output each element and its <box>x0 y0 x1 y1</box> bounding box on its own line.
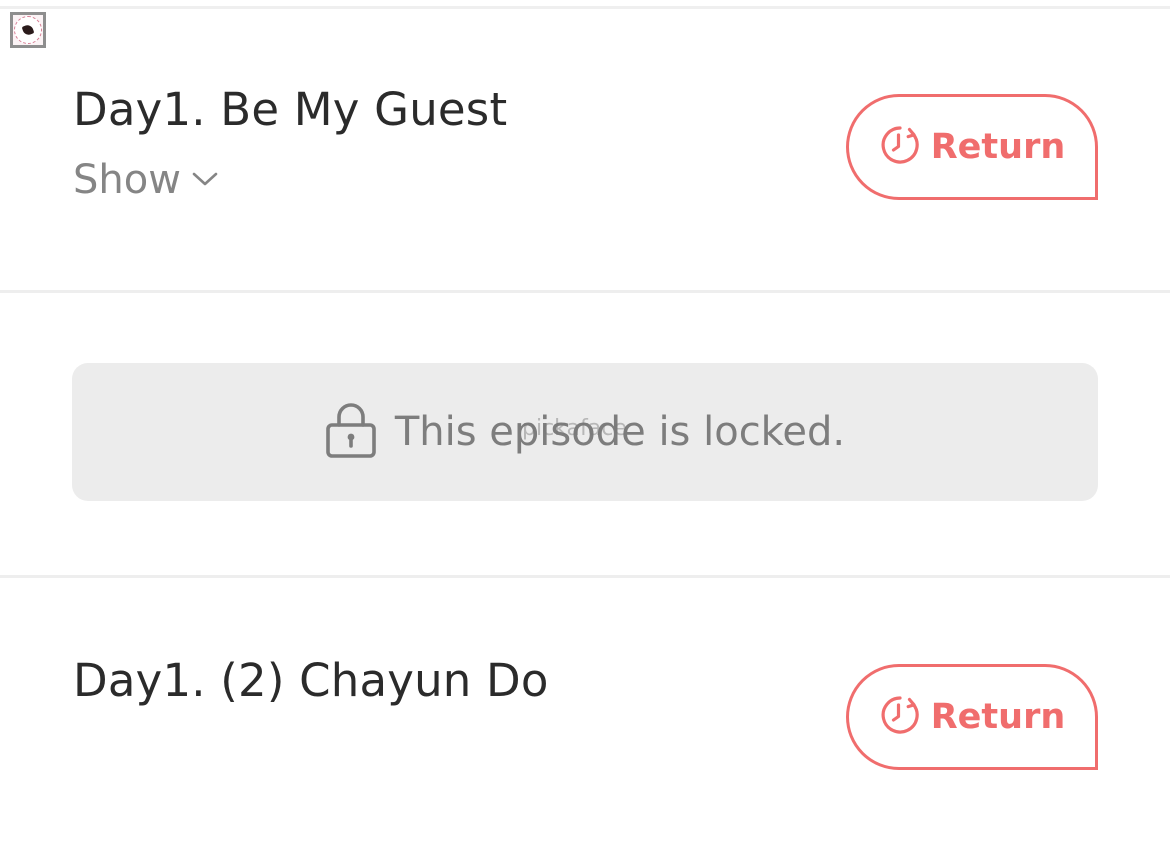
show-toggle[interactable]: Show <box>73 160 219 200</box>
lock-icon <box>325 401 377 463</box>
profile-thumbnail[interactable] <box>10 12 46 48</box>
section-divider <box>0 575 1170 578</box>
seal-icon <box>14 16 42 44</box>
episode-title: Day1. (2) Chayun Do <box>73 654 549 707</box>
return-label: Return <box>930 126 1066 167</box>
return-label: Return <box>930 696 1066 737</box>
episode-list-page: Day1. Be My Guest Show Return This episo… <box>0 0 1170 853</box>
clock-return-icon <box>879 694 921 740</box>
return-button[interactable]: Return <box>846 94 1098 200</box>
top-divider <box>0 6 1170 9</box>
episode-title: Day1. Be My Guest <box>73 83 508 136</box>
section-divider <box>0 290 1170 293</box>
clock-return-icon <box>879 124 921 170</box>
watermark-text: pickaface <box>522 416 627 441</box>
chevron-down-icon <box>191 170 219 191</box>
return-button[interactable]: Return <box>846 664 1098 770</box>
show-label: Show <box>73 157 181 203</box>
